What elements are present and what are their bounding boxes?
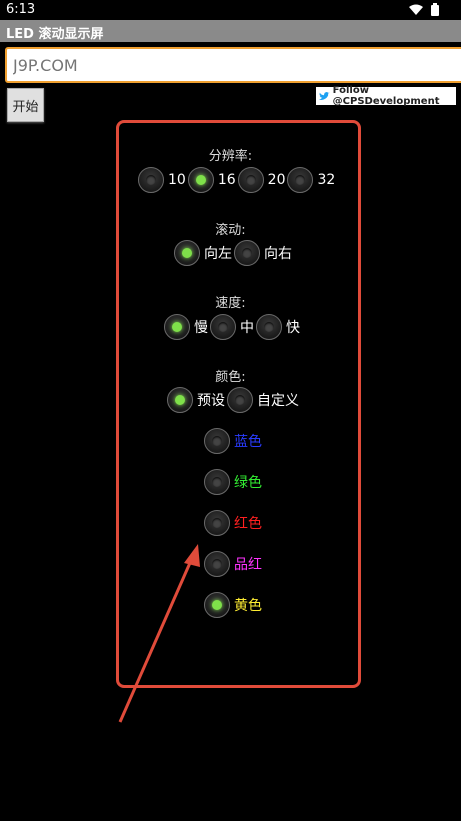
wifi-icon: [409, 4, 423, 15]
speed-label: 速度:: [215, 296, 246, 311]
resolution-option-label: 10: [168, 172, 186, 188]
speed-radio-medium[interactable]: [210, 314, 236, 340]
preset-radio-blue[interactable]: [204, 428, 230, 454]
preset-radio-green[interactable]: [204, 469, 230, 495]
radio-dot: [182, 248, 192, 258]
color-mode-label: 预设: [197, 393, 225, 409]
resolution-radio-20[interactable]: [237, 167, 264, 193]
speed-options: 慢 中 快: [164, 314, 302, 340]
color-radio-custom[interactable]: [227, 387, 253, 413]
resolution-option-label: 16: [217, 172, 236, 188]
radio-dot: [245, 175, 256, 185]
twitter-bird-icon: [319, 91, 330, 100]
preset-radio-red[interactable]: [204, 510, 230, 536]
color-mode-options: 预设 自定义: [167, 387, 301, 413]
status-time: 6:13: [6, 2, 36, 17]
preset-green-row: 绿色: [204, 469, 264, 495]
follow-label: Follow @CPSDevelopment: [332, 85, 440, 107]
status-icons: [409, 3, 439, 16]
preset-magenta-row: 品红: [204, 551, 264, 577]
radio-dot: [212, 477, 222, 487]
radio-dot: [218, 322, 228, 332]
resolution-radio-32[interactable]: [287, 167, 314, 193]
scroll-label: 滚动:: [215, 223, 246, 238]
radio-dot: [172, 322, 182, 332]
preset-radio-magenta[interactable]: [204, 551, 230, 577]
radio-dot: [212, 559, 222, 569]
battery-icon: [431, 3, 439, 16]
radio-dot: [146, 175, 156, 185]
radio-dot: [235, 395, 245, 405]
scroll-option-label: 向右: [264, 246, 292, 262]
speed-option-label: 慢: [194, 320, 208, 336]
radio-dot: [195, 175, 206, 185]
app-title-bar: LED 滚动显示屏: [0, 20, 461, 42]
scroll-options: 向左 向右: [174, 240, 294, 266]
radio-dot: [264, 322, 274, 332]
preset-label-red: 红色: [234, 516, 262, 532]
radio-dot: [212, 436, 222, 446]
resolution-options: 10 16 20 32: [138, 167, 337, 193]
start-button[interactable]: 开始: [7, 88, 44, 122]
color-mode-label: 自定义: [257, 393, 299, 409]
radio-dot: [295, 175, 306, 185]
preset-label-green: 绿色: [234, 475, 262, 491]
status-bar: 6:13: [0, 0, 461, 20]
resolution-option-label: 20: [267, 172, 286, 188]
radio-dot: [212, 600, 222, 610]
scroll-radio-left[interactable]: [174, 240, 200, 266]
scroll-radio-right[interactable]: [234, 240, 260, 266]
resolution-radio-16[interactable]: [187, 167, 214, 193]
preset-blue-row: 蓝色: [204, 428, 264, 454]
radio-dot: [212, 518, 222, 528]
radio-dot: [175, 395, 185, 405]
preset-label-yellow: 黄色: [234, 598, 262, 614]
speed-option-label: 快: [286, 320, 300, 336]
scroll-option-label: 向左: [204, 246, 232, 262]
color-label: 颜色:: [215, 370, 246, 385]
resolution-option-label: 32: [317, 172, 336, 188]
resolution-label: 分辨率:: [208, 149, 253, 164]
preset-label-blue: 蓝色: [234, 434, 262, 450]
color-radio-preset[interactable]: [167, 387, 193, 413]
preset-red-row: 红色: [204, 510, 264, 536]
speed-radio-slow[interactable]: [164, 314, 190, 340]
radio-dot: [242, 248, 252, 258]
resolution-radio-10[interactable]: [138, 167, 164, 193]
url-input[interactable]: [5, 47, 461, 83]
preset-yellow-row: 黄色: [204, 592, 264, 618]
app-title: LED 滚动显示屏: [6, 27, 104, 42]
speed-option-label: 中: [240, 320, 254, 336]
speed-radio-fast[interactable]: [256, 314, 282, 340]
follow-twitter-button[interactable]: Follow @CPSDevelopment: [316, 85, 456, 107]
preset-label-magenta: 品红: [234, 557, 262, 573]
preset-radio-yellow[interactable]: [204, 592, 230, 618]
